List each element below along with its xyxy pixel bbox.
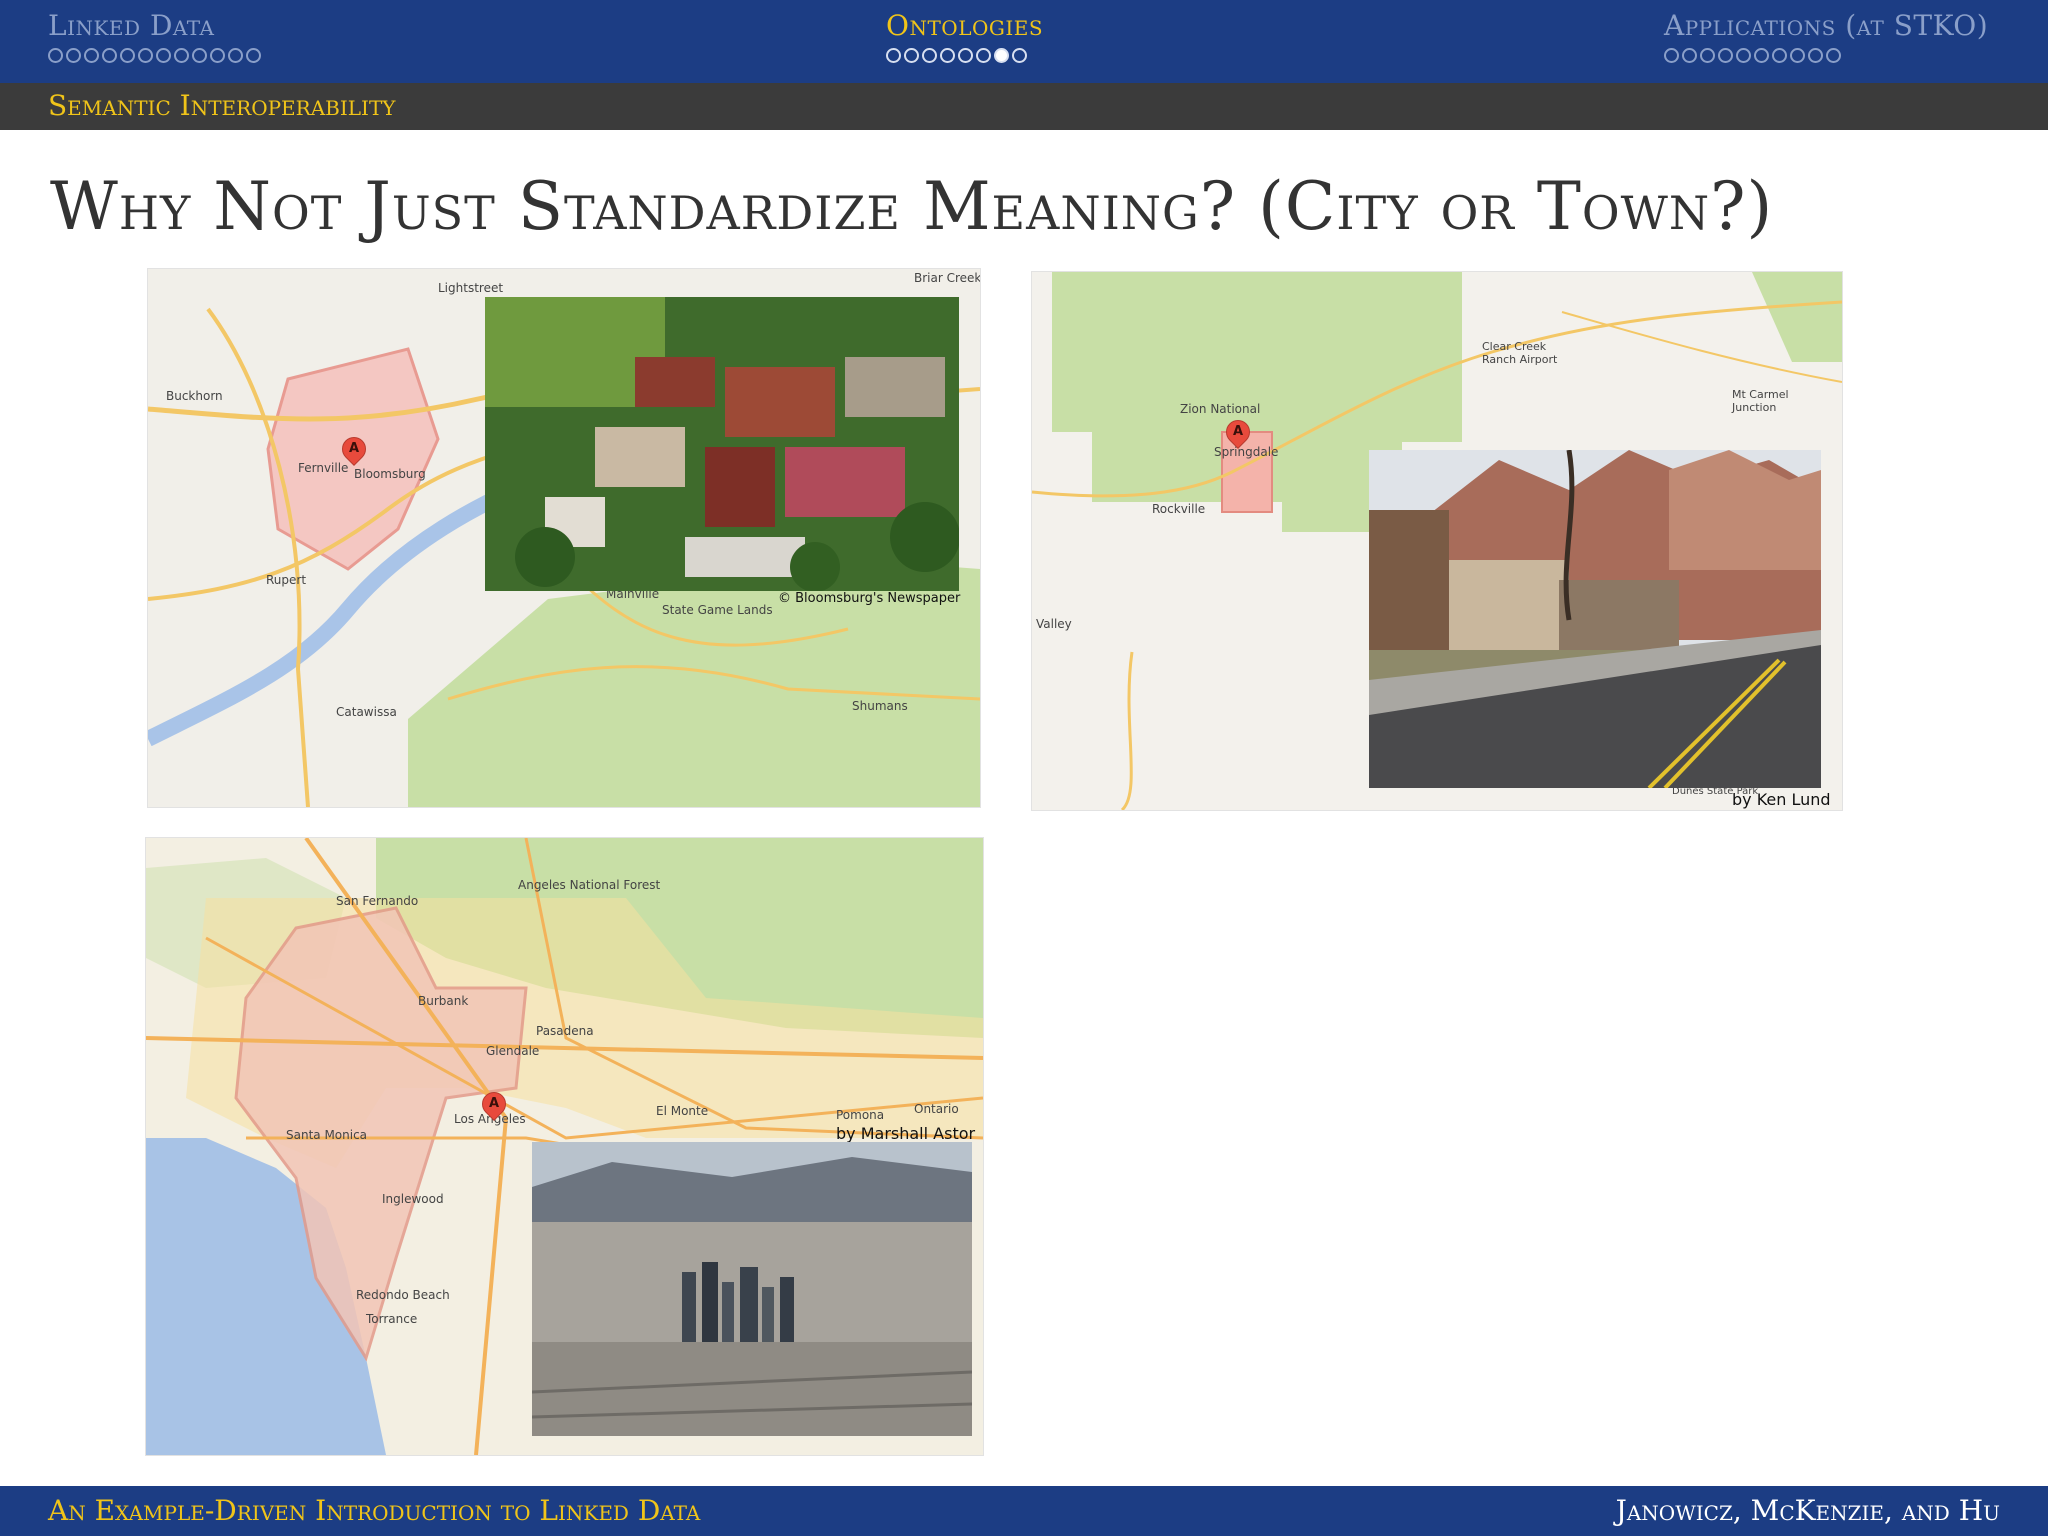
slide-dot[interactable] (1664, 48, 1679, 63)
map-place-label: Rockville (1152, 502, 1206, 516)
map-place-label: Redondo Beach (356, 1288, 450, 1302)
nav-section-applications[interactable]: Applications (at STKO) (1664, 8, 1988, 63)
map-place-label: Briar Creek (914, 271, 981, 285)
slide-dot[interactable] (886, 48, 901, 63)
slide-dot[interactable] (1790, 48, 1805, 63)
slide-dot[interactable] (174, 48, 189, 63)
map-place-label: El Monte (656, 1104, 709, 1118)
map-place-label: Zion National (1180, 402, 1261, 416)
map-place-label: Ontario (914, 1102, 959, 1116)
map-place-label: State Game Lands (662, 603, 773, 617)
map-place-label: Clear Creek Ranch Airport (1482, 340, 1558, 366)
map-place-label: Rupert (266, 573, 307, 587)
subsection-bar: Semantic Interoperability (0, 83, 2048, 130)
slide-dot[interactable] (922, 48, 937, 63)
map-place-label: Mt Carmel Junction (1732, 388, 1789, 414)
map-place-label: Fernville (298, 461, 349, 475)
nav-section-linked-data[interactable]: Linked Data (48, 8, 261, 63)
map-place-label: San Fernando (336, 894, 419, 908)
slide-dot[interactable] (1808, 48, 1823, 63)
slide-dot[interactable] (940, 48, 955, 63)
map-place-label: Shumans (852, 699, 908, 713)
map-place-label: Angeles National Forest (518, 878, 661, 892)
nav-section-label: Applications (at STKO) (1664, 9, 1989, 42)
presentation-authors: Janowicz, McKenzie, and Hu (1615, 1494, 2000, 1527)
nav-section-label: Linked Data (48, 9, 215, 42)
map-place-label: Torrance (366, 1312, 418, 1326)
map-place-label: Pomona (836, 1108, 885, 1122)
los-angeles-map-panel: Angeles National Forest San Fernando Bur… (145, 837, 984, 1456)
map-place-label: Santa Monica (286, 1128, 368, 1142)
slide-dot[interactable] (1700, 48, 1715, 63)
bloomsburg-aerial-photo (485, 297, 959, 591)
map-place-label: Springdale (1214, 445, 1279, 459)
map-place-label: Lightstreet (438, 281, 504, 295)
slide-dot[interactable] (120, 48, 135, 63)
slide-dot[interactable] (48, 48, 63, 63)
photo-credit: by Ken Lund (1732, 790, 1831, 809)
slide-dot[interactable] (102, 48, 117, 63)
slide-dot[interactable] (246, 48, 261, 63)
slide-progress-dots (48, 48, 261, 63)
slide-dot[interactable] (994, 48, 1009, 63)
map-place-label: Glendale (486, 1044, 540, 1058)
slide-dot[interactable] (976, 48, 991, 63)
slide-dot[interactable] (904, 48, 919, 63)
slide-dot[interactable] (228, 48, 243, 63)
nav-section-label: Ontologies (886, 9, 1044, 42)
photo-credit: by Marshall Astor (836, 1124, 976, 1143)
springdale-map-panel: Zion National Springdale Rockville Clear… (1031, 271, 1843, 811)
map-place-label: Catawissa (336, 705, 397, 719)
photo-credit: © Bloomsburg's Newspaper (778, 591, 961, 606)
slide-dot[interactable] (210, 48, 225, 63)
slide-progress-dots (886, 48, 1043, 63)
los-angeles-aerial-photo (532, 1142, 972, 1436)
slide-dot[interactable] (1718, 48, 1733, 63)
bloomsburg-map-panel: Lightstreet Briar Creek Buckhorn Fernvil… (147, 268, 981, 808)
map-place-label: Inglewood (382, 1192, 444, 1206)
slide-dot[interactable] (156, 48, 171, 63)
map-place-label: Pasadena (536, 1024, 594, 1038)
subsection-title: Semantic Interoperability (48, 89, 396, 122)
section-navigation-bar: Linked Data Ontologies Applications (at … (0, 0, 2048, 83)
slide-dot[interactable] (192, 48, 207, 63)
slide-footer: An Example-Driven Introduction to Linked… (0, 1486, 2048, 1536)
map-place-label: Valley (1036, 617, 1072, 631)
slide-dot[interactable] (1012, 48, 1027, 63)
slide-progress-dots (1664, 48, 1988, 63)
map-place-label: Buckhorn (166, 389, 223, 403)
springdale-street-photo (1369, 450, 1821, 788)
map-place-label: Burbank (418, 994, 469, 1008)
slide-dot[interactable] (66, 48, 81, 63)
slide-dot[interactable] (1682, 48, 1697, 63)
slide-dot[interactable] (1772, 48, 1787, 63)
slide-dot[interactable] (1754, 48, 1769, 63)
slide-dot[interactable] (1826, 48, 1841, 63)
slide-dot[interactable] (84, 48, 99, 63)
nav-section-ontologies[interactable]: Ontologies (886, 8, 1043, 63)
slide-dot[interactable] (958, 48, 973, 63)
slide-dot[interactable] (138, 48, 153, 63)
presentation-title: An Example-Driven Introduction to Linked… (48, 1494, 701, 1527)
slide-title: Why Not Just Standardize Meaning? (City … (50, 168, 1774, 245)
map-place-label: Bloomsburg (354, 467, 426, 481)
slide-dot[interactable] (1736, 48, 1751, 63)
